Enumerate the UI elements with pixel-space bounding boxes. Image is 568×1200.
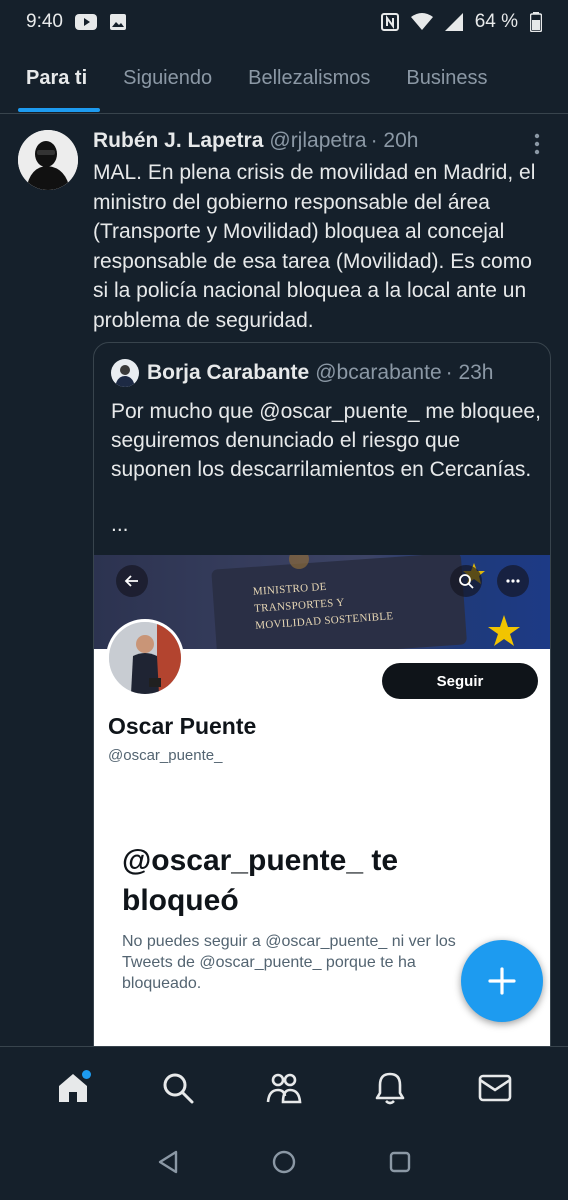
home-notification-dot [81, 1069, 91, 1079]
back-icon[interactable] [155, 1149, 181, 1180]
recents-icon[interactable] [387, 1149, 413, 1180]
quote-header: Borja Carabante @bcarabante · 23h [111, 359, 494, 387]
author-name[interactable]: Rubén J. Lapetra [93, 129, 263, 153]
timeline-tabs: Para ti Siguiendo Bellezalismos Business [0, 44, 568, 114]
quote-text: Por mucho que @oscar_puente_ me bloquee,… [111, 400, 541, 481]
more-icon [497, 565, 529, 597]
author-handle[interactable]: @rjlapetra [269, 129, 366, 153]
quote-ellipsis: ... [111, 513, 129, 536]
wifi-icon [410, 13, 433, 31]
gallery-icon [109, 13, 127, 31]
signal-icon [444, 13, 463, 31]
tweet-text: MAL. En plena crisis de movilidad en Mad… [93, 161, 536, 332]
author-avatar[interactable] [18, 130, 78, 190]
banner-text: MINISTRO DE TRANSPORTES Y MOVILIDAD SOST… [252, 580, 394, 632]
bottom-navigation [0, 1046, 568, 1128]
status-right: 64 % [380, 11, 542, 33]
system-navigation [0, 1128, 568, 1200]
search-icon [450, 565, 482, 597]
compose-tweet-button[interactable] [461, 940, 543, 1022]
quote-author-handle: @bcarabante [315, 361, 442, 384]
quote-time: · 23h [445, 361, 494, 384]
profile-avatar [106, 619, 184, 697]
profile-handle: @oscar_puente_ [108, 747, 223, 764]
battery-percent: 64 % [474, 11, 518, 32]
profile-name: Oscar Puente [108, 713, 257, 739]
tweet-header: Rubén J. Lapetra @rjlapetra · 20h [93, 124, 553, 158]
battery-icon [530, 12, 542, 32]
tweet-body: Rubén J. Lapetra @rjlapetra · 20h MAL. E… [93, 124, 553, 335]
status-time: 9:40 [26, 11, 63, 32]
quote-author-name: Borja Carabante [147, 361, 310, 384]
back-arrow-icon [116, 565, 148, 597]
communities-icon[interactable] [254, 1058, 314, 1118]
tab-siguiendo[interactable]: Siguiendo [105, 44, 230, 113]
youtube-icon [74, 14, 97, 30]
tab-business[interactable]: Business [388, 44, 505, 113]
notifications-icon[interactable] [360, 1058, 420, 1118]
home-icon[interactable] [43, 1058, 103, 1118]
tab-bellezalismos[interactable]: Bellezalismos [230, 44, 388, 113]
tweet-time: · 20h [370, 129, 419, 152]
messages-icon[interactable] [465, 1058, 525, 1118]
blocked-title: @oscar_puente_ te bloqueó [122, 844, 399, 917]
plus-icon [488, 967, 516, 995]
search-icon[interactable] [148, 1058, 208, 1118]
tab-para-ti[interactable]: Para ti [0, 44, 105, 113]
status-bar: 9:40 64 % [0, 0, 568, 44]
quote-author-avatar [111, 359, 139, 387]
more-options-icon[interactable] [527, 132, 547, 158]
nfc-icon [380, 13, 399, 31]
blocked-description: No puedes seguir a @oscar_puente_ ni ver… [122, 933, 456, 992]
follow-button: Seguir [382, 663, 538, 699]
home-circle-icon[interactable] [271, 1149, 297, 1180]
status-left: 9:40 [26, 11, 127, 33]
